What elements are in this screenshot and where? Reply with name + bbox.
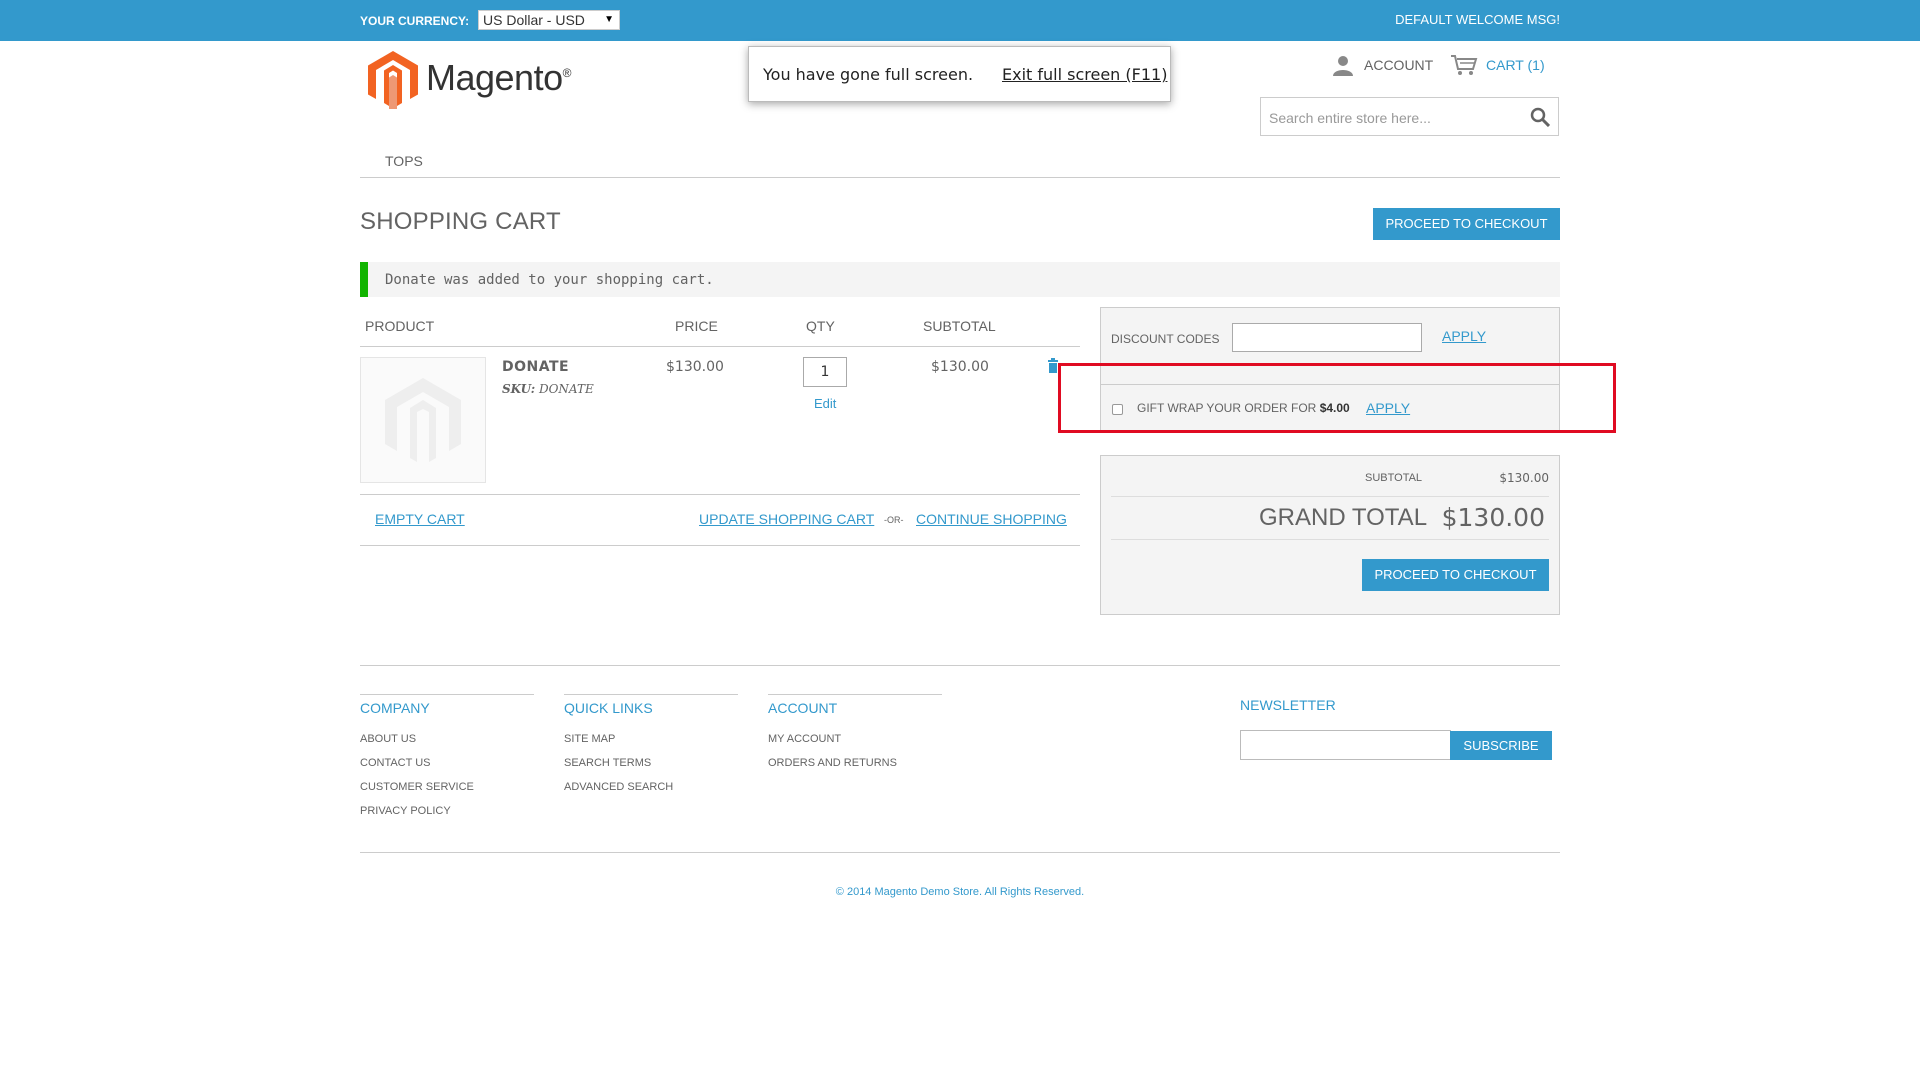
footer-bottom-divider — [360, 852, 1560, 853]
totals-divider — [1111, 496, 1549, 497]
proceed-to-checkout-button-bottom[interactable]: PROCEED TO CHECKOUT — [1362, 559, 1549, 591]
footer-column-rule — [360, 694, 534, 695]
trash-icon — [1048, 358, 1058, 373]
footer-link-advanced-search[interactable]: ADVANCED SEARCH — [564, 781, 673, 793]
account-link[interactable]: ACCOUNT — [1332, 52, 1433, 78]
empty-cart-link[interactable]: EMPTY CART — [375, 511, 465, 527]
product-sku: SKU: DONATE — [502, 382, 594, 396]
update-cart-link[interactable]: UPDATE SHOPPING CART — [699, 511, 874, 527]
account-icon — [1333, 56, 1353, 76]
store-logo[interactable]: Magento® — [368, 51, 578, 111]
footer-link-search-terms[interactable]: SEARCH TERMS — [564, 757, 651, 769]
column-header-price: PRICE — [675, 318, 718, 334]
remove-item-button[interactable] — [1048, 358, 1058, 378]
or-separator: -OR- — [884, 515, 904, 525]
search-input[interactable] — [1261, 98, 1511, 137]
account-label: ACCOUNT — [1364, 57, 1434, 73]
product-price: $130.00 — [666, 359, 724, 375]
success-message-text: Donate was added to your shopping cart. — [385, 272, 714, 288]
nav-divider — [360, 177, 1560, 178]
annotation-highlight-box — [1058, 363, 1616, 433]
fullscreen-notice: You have gone full screen. Exit full scr… — [748, 46, 1171, 102]
cart-label: CART (1) — [1486, 57, 1545, 73]
footer-link-privacy-policy[interactable]: PRIVACY POLICY — [360, 805, 451, 817]
footer-link-contact-us[interactable]: CONTACT US — [360, 757, 431, 769]
footer-link-orders-and-returns[interactable]: ORDERS AND RETURNS — [768, 757, 897, 769]
discount-apply-link[interactable]: APPLY — [1442, 328, 1486, 344]
subscribe-button[interactable]: SUBSCRIBE — [1450, 731, 1552, 760]
cart-link[interactable]: CART (1) — [1450, 52, 1545, 78]
discount-code-input[interactable] — [1232, 323, 1422, 352]
copyright-text: © 2014 Magento Demo Store. All Rights Re… — [835, 886, 1085, 898]
totals-divider — [1111, 539, 1549, 540]
subtotal-value: $130.00 — [1499, 471, 1549, 485]
discount-label: DISCOUNT CODES — [1111, 332, 1220, 346]
totals-panel: SUBTOTAL $130.00 GRAND TOTAL $130.00 — [1100, 455, 1560, 615]
edit-item-link[interactable]: Edit — [814, 396, 836, 411]
footer-link-site-map[interactable]: SITE MAP — [564, 733, 615, 745]
footer-link-customer-service[interactable]: CUSTOMER SERVICE — [360, 781, 474, 793]
fullscreen-message: You have gone full screen. — [763, 65, 974, 84]
subtotal-label: SUBTOTAL — [1365, 472, 1423, 484]
product-placeholder-icon — [385, 378, 461, 462]
column-header-subtotal: SUBTOTAL — [923, 318, 996, 334]
search-icon — [1530, 107, 1551, 128]
continue-shopping-link[interactable]: CONTINUE SHOPPING — [916, 511, 1067, 527]
proceed-to-checkout-button-top[interactable]: PROCEED TO CHECKOUT — [1373, 208, 1560, 240]
newsletter-email-input[interactable] — [1240, 730, 1451, 760]
search-button[interactable] — [1530, 107, 1551, 132]
nav-item-tops[interactable]: TOPS — [385, 153, 423, 169]
footer-divider — [360, 665, 1560, 666]
currency-label: YOUR CURRENCY: — [360, 14, 470, 28]
footer-column-rule — [564, 694, 738, 695]
currency-select[interactable]: US Dollar - USD ▼ — [478, 10, 620, 30]
page-title: SHOPPING CART — [360, 208, 561, 235]
footer-link-my-account[interactable]: MY ACCOUNT — [768, 733, 841, 745]
top-bar: YOUR CURRENCY: US Dollar - USD ▼ DEFAULT… — [0, 0, 1920, 41]
exit-fullscreen-link[interactable]: Exit full screen (F11) — [1002, 65, 1167, 84]
success-message: Donate was added to your shopping cart. — [360, 262, 1560, 297]
grand-total-label: GRAND TOTAL — [1259, 504, 1428, 531]
product-name-link[interactable]: DONATE — [502, 359, 569, 375]
cart-icon — [1451, 55, 1478, 75]
product-image[interactable] — [360, 357, 486, 483]
column-header-qty: QTY — [806, 318, 835, 334]
logo-wordmark: Magento® — [426, 57, 571, 98]
dropdown-arrow-icon: ▼ — [604, 14, 614, 25]
search-box — [1260, 97, 1559, 137]
column-header-product: PRODUCT — [365, 318, 435, 334]
magento-logo-icon — [368, 51, 418, 109]
cart-actions-divider — [360, 545, 1080, 546]
table-header-divider — [360, 346, 1080, 347]
grand-total-value: $130.00 — [1441, 503, 1545, 532]
footer-column-rule — [768, 694, 942, 695]
footer-heading-account: ACCOUNT — [768, 700, 838, 716]
qty-input[interactable]: 1 — [803, 357, 847, 387]
item-subtotal: $130.00 — [931, 359, 989, 375]
currency-value: US Dollar - USD — [483, 12, 585, 28]
footer-heading-quick-links: QUICK LINKS — [564, 700, 653, 716]
footer-heading-company: COMPANY — [360, 700, 430, 716]
cart-row-divider — [360, 494, 1080, 495]
footer-link-about-us[interactable]: ABOUT US — [360, 733, 416, 745]
newsletter-heading: NEWSLETTER — [1240, 697, 1336, 713]
welcome-message: DEFAULT WELCOME MSG! — [1395, 12, 1560, 27]
